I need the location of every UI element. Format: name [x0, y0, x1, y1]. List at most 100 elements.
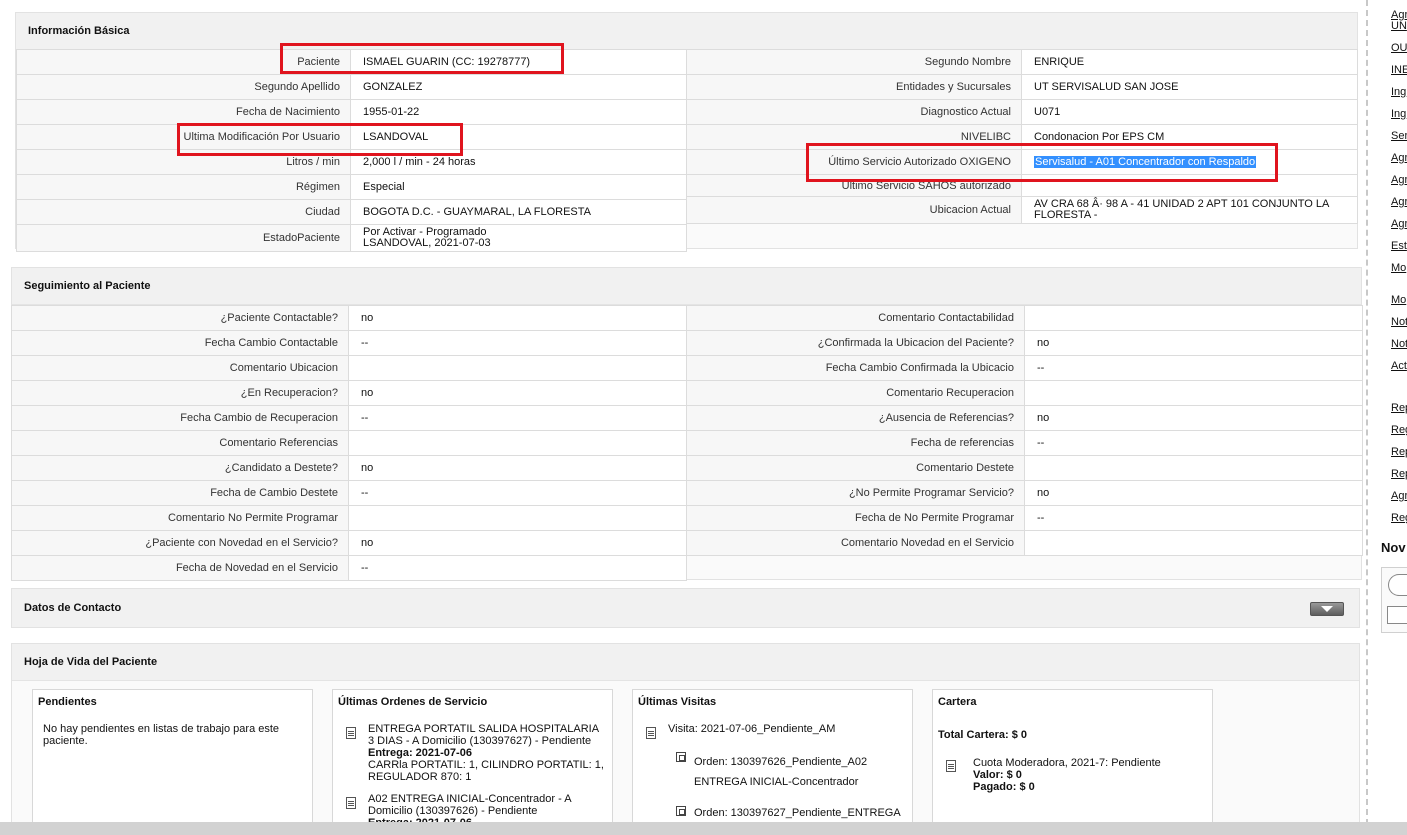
sidebar-input[interactable]	[1387, 606, 1407, 624]
field-label: Fecha Cambio Contactable	[11, 330, 349, 356]
sidebar-link[interactable]: Est	[1391, 240, 1407, 252]
field-label: Régimen	[16, 174, 351, 200]
field-label: Comentario Contactabilidad	[686, 305, 1025, 331]
patient-status-user-date: LSANDOVAL, 2021-07-03	[363, 237, 491, 249]
highlight-box-usuario	[177, 123, 463, 156]
table-row: Fecha de No Permite Programar --	[686, 505, 1363, 531]
field-value	[1024, 380, 1363, 406]
visit-order-item[interactable]: Orden: 130397627_Pendiente_ENTREGA	[694, 807, 901, 819]
order-item[interactable]: ENTREGA PORTATIL SALIDA HOSPITALARIA 3 D…	[368, 723, 604, 783]
wallet-item[interactable]: Cuota Moderadora, 2021-7: Pendiente Valo…	[973, 757, 1203, 793]
wallet-item-text: Cuota Moderadora, 2021-7: Pendiente	[973, 757, 1161, 769]
field-label: ¿En Recuperacion?	[11, 380, 349, 406]
field-label: ¿Paciente con Novedad en el Servicio?	[11, 530, 349, 556]
contact-panel[interactable]: Datos de Contacto	[11, 588, 1360, 628]
wallet-box: Cartera Total Cartera: $ 0 Cuota Moderad…	[932, 689, 1213, 829]
orders-title: Últimas Ordenes de Servicio	[338, 696, 488, 708]
sidebar-link[interactable]: OU	[1391, 42, 1407, 54]
field-label: Ciudad	[16, 199, 351, 225]
field-value: --	[348, 480, 687, 506]
wallet-item-valor: Valor: $ 0	[973, 769, 1022, 781]
pending-box: Pendientes No hay pendientes en listas d…	[32, 689, 313, 829]
field-label: Comentario Referencias	[11, 430, 349, 456]
visit-order-line: ENTREGA INICIAL-Concentrador	[694, 776, 859, 788]
field-label: Segundo Nombre	[686, 49, 1022, 75]
field-label: Comentario Destete	[686, 455, 1025, 481]
visit-order-item[interactable]: Orden: 130397626_Pendiente_A02 ENTREGA I…	[694, 752, 904, 792]
follow-up-title: Seguimiento al Paciente	[24, 280, 151, 292]
sidebar-widget	[1381, 567, 1407, 633]
field-value: no	[348, 455, 687, 481]
field-label: ¿Candidato a Destete?	[11, 455, 349, 481]
horizontal-scrollbar[interactable]	[0, 822, 1407, 835]
table-row: Comentario Recuperacion	[686, 380, 1363, 406]
field-label: Segundo Apellido	[16, 74, 351, 100]
sidebar-link[interactable]: Not	[1391, 316, 1407, 328]
table-row: ¿Candidato a Destete? no	[11, 455, 687, 481]
table-row: Segundo Nombre ENRIQUE	[686, 49, 1358, 75]
sidebar-heading: Nov	[1381, 540, 1406, 555]
sidebar-link[interactable]: Rep	[1391, 446, 1407, 458]
expand-toggle-button[interactable]	[1310, 602, 1344, 616]
field-label: Comentario Recuperacion	[686, 380, 1025, 406]
document-icon	[346, 727, 356, 739]
field-value: Por Activar - Programado LSANDOVAL, 2021-…	[350, 224, 687, 252]
table-row: Régimen Especial	[16, 174, 687, 200]
table-row: Comentario Ubicacion	[11, 355, 687, 381]
field-label: ¿Ausencia de Referencias?	[686, 405, 1025, 431]
sidebar-link[interactable]: Reg	[1391, 424, 1407, 436]
table-row: Comentario No Permite Programar	[11, 505, 687, 531]
follow-up-left-table: ¿Paciente Contactable? no Fecha Cambio Co…	[11, 305, 687, 581]
table-row: Ciudad BOGOTA D.C. - GUAYMARAL, LA FLORES…	[16, 199, 687, 225]
sidebar-link[interactable]: Mo	[1391, 294, 1406, 306]
field-value: no	[1024, 480, 1363, 506]
document-icon	[346, 797, 356, 809]
field-label: ¿Paciente Contactable?	[11, 305, 349, 331]
sidebar-link[interactable]: Agr	[1391, 152, 1407, 164]
order-icon	[676, 806, 686, 816]
sidebar-link[interactable]: Rep	[1391, 402, 1407, 414]
basic-info-header: Información Básica	[16, 13, 1357, 50]
document-icon	[946, 760, 956, 772]
sidebar-link[interactable]: Ser	[1391, 130, 1407, 142]
sidebar-link[interactable]: Ing	[1391, 108, 1406, 120]
sidebar-link[interactable]: Reg	[1391, 512, 1407, 524]
field-value	[348, 505, 687, 531]
sidebar-link[interactable]: Mo	[1391, 262, 1406, 274]
field-value	[1024, 455, 1363, 481]
field-value: no	[348, 530, 687, 556]
field-value: --	[348, 330, 687, 356]
orders-box: Últimas Ordenes de Servicio ENTREGA PORT…	[332, 689, 613, 829]
field-label: Fecha Cambio de Recuperacion	[11, 405, 349, 431]
cv-title: Hoja de Vida del Paciente	[24, 656, 158, 668]
sidebar-link[interactable]: Agr	[1391, 490, 1407, 502]
field-value: --	[1024, 505, 1363, 531]
visit-item[interactable]: Visita: 2021-07-06_Pendiente_AM	[668, 723, 835, 735]
sidebar-divider	[1366, 0, 1368, 835]
field-value: --	[348, 405, 687, 431]
table-row: Comentario Contactabilidad	[686, 305, 1363, 331]
sidebar-link[interactable]: Act	[1391, 360, 1407, 372]
sidebar-link[interactable]: Rep	[1391, 468, 1407, 480]
basic-info-title: Información Básica	[28, 25, 130, 37]
table-row: ¿Paciente Contactable? no	[11, 305, 687, 331]
field-label: EstadoPaciente	[16, 224, 351, 252]
table-row: Fecha Cambio de Recuperacion --	[11, 405, 687, 431]
field-label: ¿Confirmada la Ubicacion del Paciente?	[686, 330, 1025, 356]
field-value: --	[1024, 430, 1363, 456]
sidebar-link[interactable]: Not	[1391, 338, 1407, 350]
field-value: --	[348, 555, 687, 581]
field-label: Fecha de Novedad en el Servicio	[11, 555, 349, 581]
sidebar-link[interactable]: Agr	[1391, 174, 1407, 186]
wallet-item-pagado: Pagado: $ 0	[973, 781, 1035, 793]
sidebar-link[interactable]: INE	[1391, 64, 1407, 76]
sidebar-link[interactable]: Agr	[1391, 196, 1407, 208]
highlight-box-oxigeno	[806, 143, 1278, 182]
sidebar-link[interactable]: Agr	[1391, 218, 1407, 230]
field-label: Comentario Ubicacion	[11, 355, 349, 381]
sidebar-link[interactable]: UN	[1391, 20, 1407, 32]
field-value: ENRIQUE	[1021, 49, 1358, 75]
wallet-total: Total Cartera: $ 0	[938, 729, 1028, 741]
sidebar-link[interactable]: Ing	[1391, 86, 1406, 98]
field-value	[348, 355, 687, 381]
